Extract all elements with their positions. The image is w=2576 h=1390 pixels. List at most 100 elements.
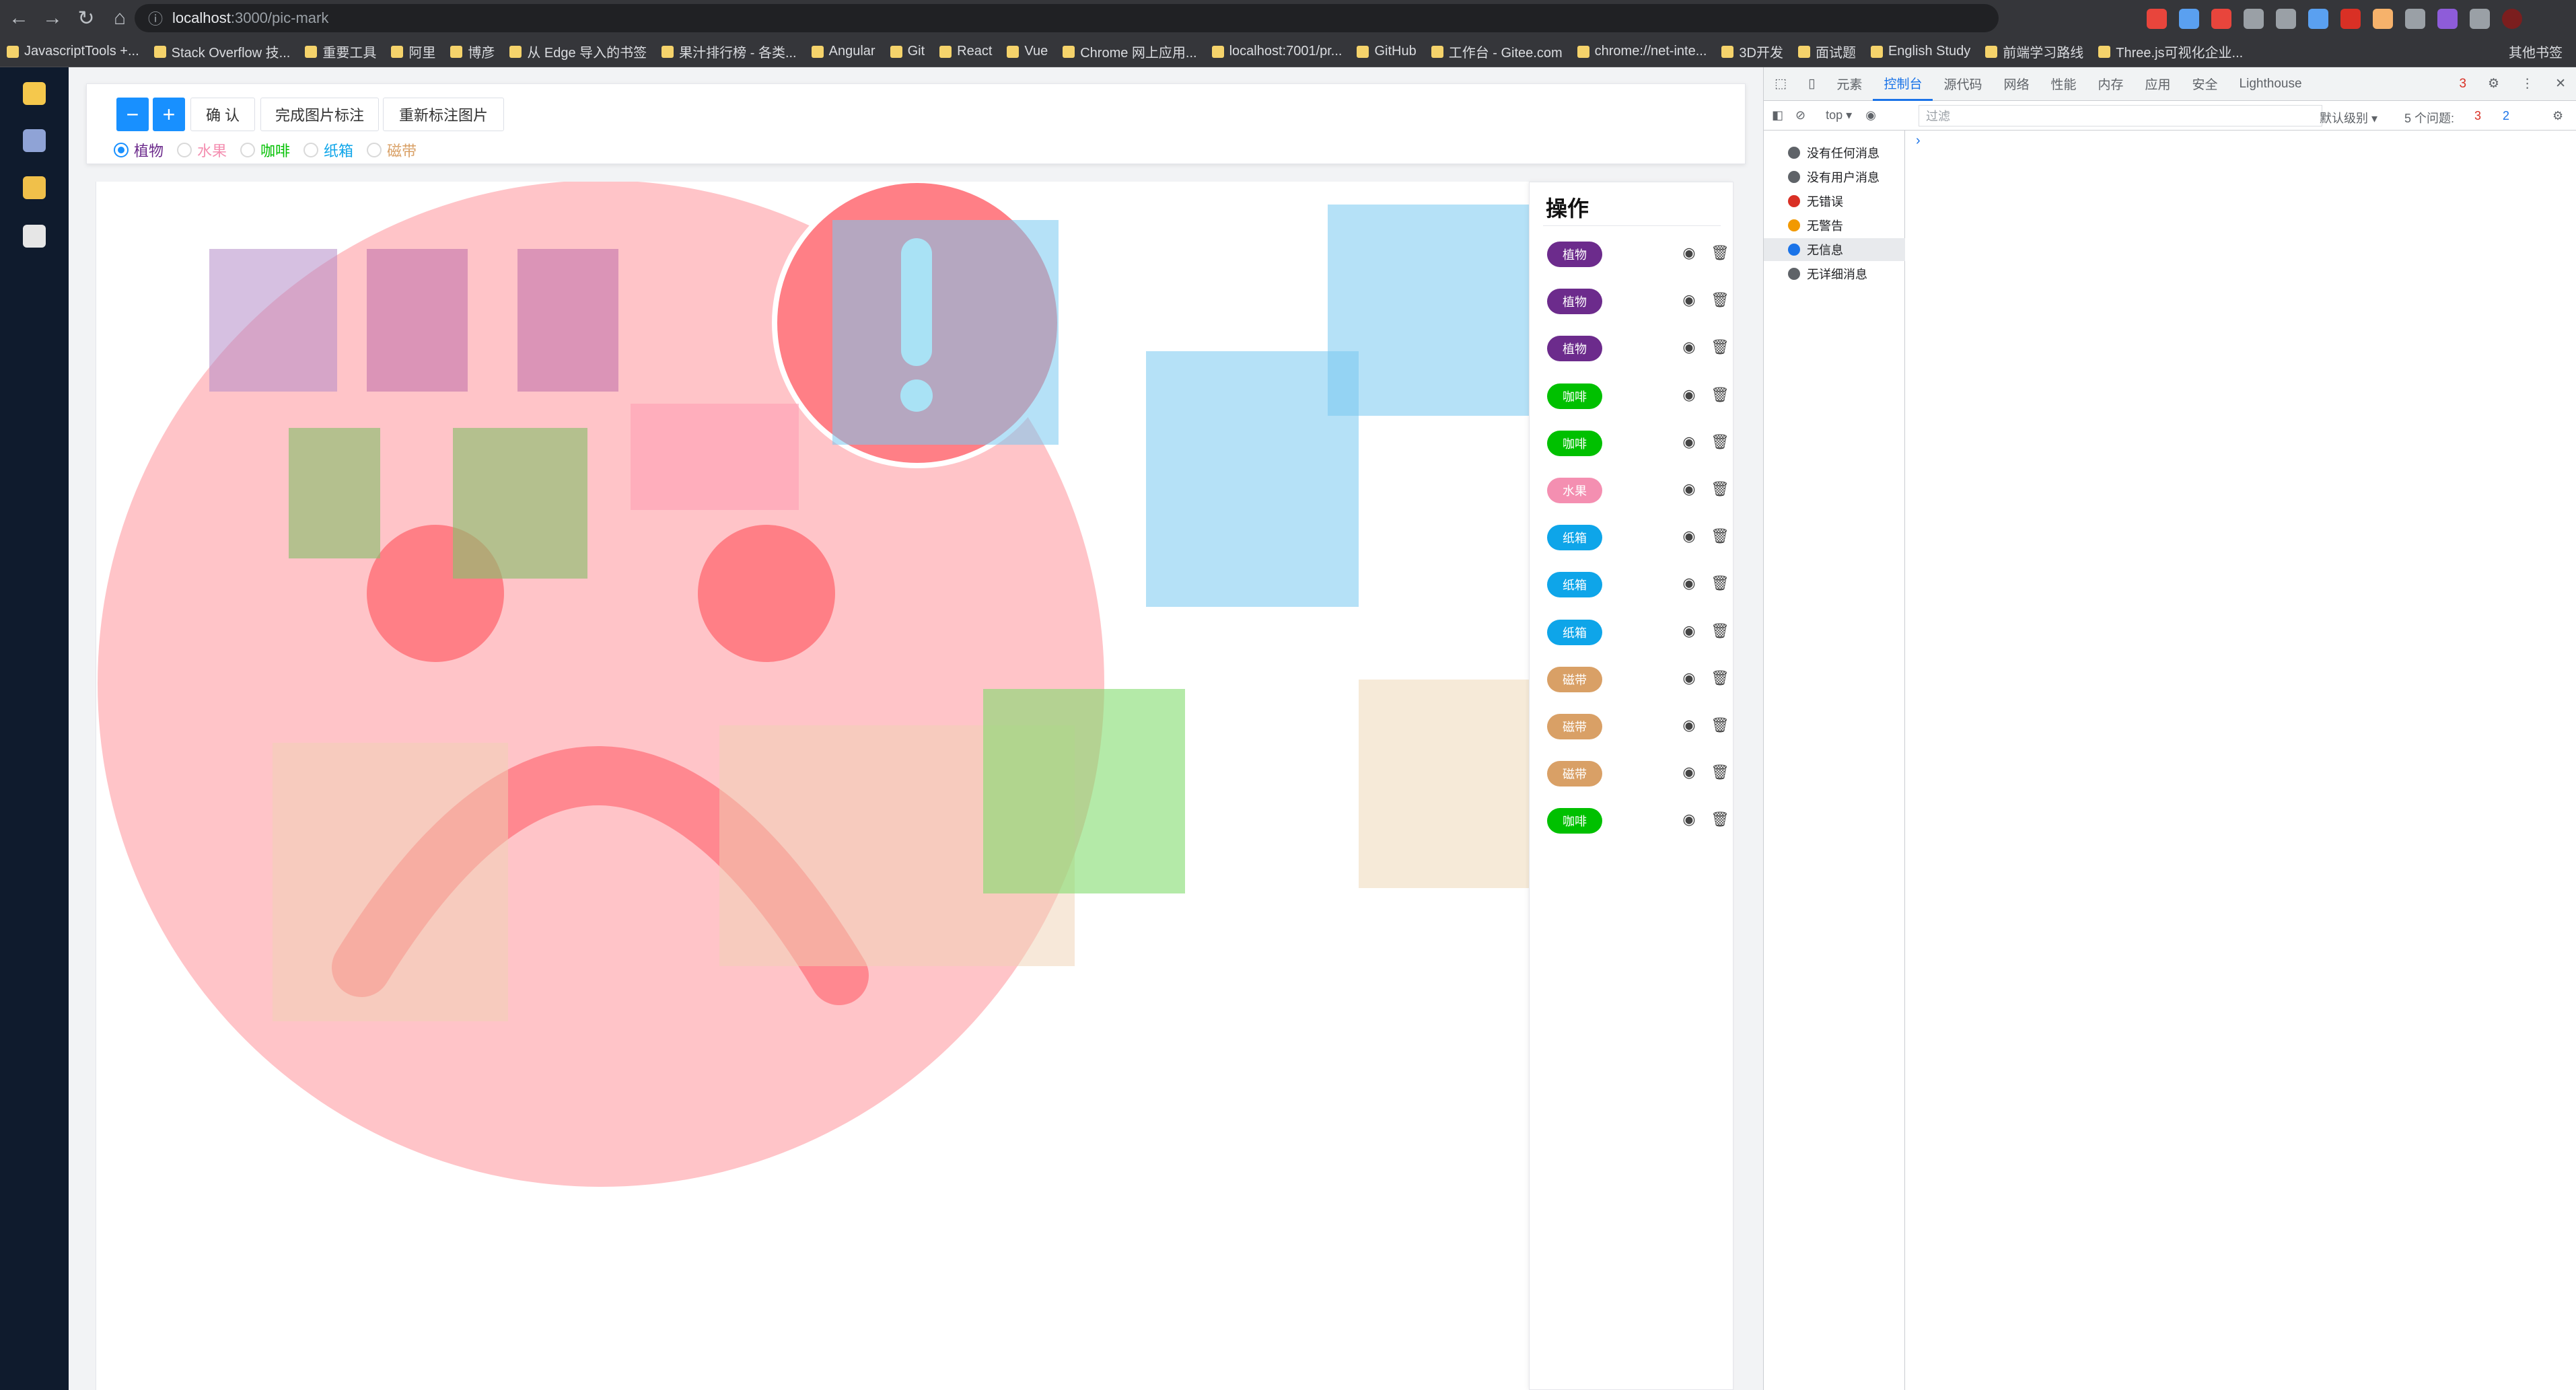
bookmark-item[interactable]: Chrome 网上应用...: [1063, 42, 1197, 61]
box-paper-3[interactable]: [1146, 351, 1359, 607]
eye-icon[interactable]: ◉: [1679, 715, 1699, 735]
bookmark-item[interactable]: 工作台 - Gitee.com: [1431, 42, 1563, 61]
bookmark-item[interactable]: 阿里: [391, 42, 435, 61]
trash-icon[interactable]: 🗑: [1710, 479, 1730, 499]
bookmark-item[interactable]: React: [939, 44, 992, 59]
eye-icon[interactable]: ◉: [1679, 668, 1699, 688]
extension-icon[interactable]: [2405, 9, 2425, 29]
box-tape-3[interactable]: [1359, 680, 1529, 888]
devtools-tab[interactable]: Lighthouse: [2229, 67, 2313, 101]
radio-dot[interactable]: [177, 143, 192, 157]
devtools-tab[interactable]: 网络: [1993, 67, 2040, 101]
bookmark-item[interactable]: JavascriptTools +...: [7, 44, 139, 59]
context-select[interactable]: top ▾: [1826, 108, 1852, 122]
other-bookmarks[interactable]: 其他书签: [2509, 42, 2563, 61]
inspect-icon[interactable]: ⬚: [1764, 67, 1797, 101]
zoom-out-button[interactable]: −: [116, 98, 149, 131]
clear-console-icon[interactable]: ⊘: [1795, 108, 1805, 122]
box-plant-2[interactable]: [367, 249, 468, 392]
home-icon[interactable]: ⌂: [105, 3, 135, 33]
close-icon[interactable]: ✕: [2544, 67, 2576, 101]
address-bar[interactable]: ⓘ localhost :3000/pic-mark: [135, 4, 1999, 32]
extension-icon[interactable]: [2340, 9, 2361, 29]
devtools-tab[interactable]: 控制台: [1873, 67, 1933, 101]
trash-icon[interactable]: 🗑: [1710, 668, 1730, 688]
bookmark-item[interactable]: Stack Overflow 技...: [153, 42, 290, 61]
devtools-tab[interactable]: 应用: [2135, 67, 2182, 101]
trash-icon[interactable]: 🗑: [1710, 715, 1730, 735]
puzzle-icon[interactable]: [2470, 9, 2490, 29]
bookmark-item[interactable]: localhost:7001/pr...: [1211, 44, 1342, 59]
console-filter-item[interactable]: 无信息: [1764, 238, 1905, 261]
category-tag[interactable]: 咖啡: [1547, 383, 1602, 409]
eye-icon[interactable]: ◉: [1679, 337, 1699, 357]
eye-icon[interactable]: ◉: [1679, 809, 1699, 830]
bookmark-item[interactable]: 从 Edge 导入的书签: [509, 42, 647, 61]
eye-icon[interactable]: ◉: [1679, 385, 1699, 405]
settings-icon[interactable]: ⚙: [2477, 67, 2510, 101]
bookmark-item[interactable]: Three.js可视化企业...: [2098, 42, 2243, 61]
bookmark-item[interactable]: 博彦: [450, 42, 495, 61]
eye-icon[interactable]: ◉: [1679, 432, 1699, 452]
console-filter-item[interactable]: 无错误: [1764, 190, 1905, 213]
radio-dot[interactable]: [303, 143, 319, 157]
trash-icon[interactable]: 🗑: [1710, 526, 1730, 546]
error-badge[interactable]: 3: [2448, 67, 2477, 101]
forward-icon[interactable]: →: [38, 3, 67, 33]
extension-icon[interactable]: [2244, 9, 2264, 29]
sidebar-toggle-icon[interactable]: ◧: [1772, 108, 1783, 122]
category-tag[interactable]: 磁带: [1547, 761, 1602, 787]
extension-icon[interactable]: [2437, 9, 2458, 29]
reset-annotation-button[interactable]: 重新标注图片: [383, 98, 504, 131]
eye-icon[interactable]: ◉: [1679, 526, 1699, 546]
box-icon[interactable]: [23, 176, 46, 199]
console-filter-item[interactable]: 无详细消息: [1764, 262, 1905, 285]
trash-icon[interactable]: 🗑: [1710, 573, 1730, 593]
box-tape-1[interactable]: [273, 743, 508, 1021]
category-tag[interactable]: 纸箱: [1547, 525, 1602, 551]
box-coffee-2[interactable]: [453, 428, 587, 579]
bookmark-item[interactable]: Vue: [1007, 44, 1048, 59]
annotation-canvas[interactable]: [96, 182, 1529, 1390]
devtools-tab[interactable]: 元素: [1826, 67, 1873, 101]
trash-icon[interactable]: 🗑: [1710, 621, 1730, 641]
category-tag[interactable]: 咖啡: [1547, 808, 1602, 834]
category-tag[interactable]: 纸箱: [1547, 619, 1602, 645]
bookmark-item[interactable]: 3D开发: [1721, 42, 1783, 61]
category-tag[interactable]: 植物: [1547, 289, 1602, 315]
device-icon[interactable]: ▯: [1797, 67, 1826, 101]
radio-dot[interactable]: [114, 143, 129, 157]
category-tag[interactable]: 水果: [1547, 478, 1602, 503]
box-plant-1[interactable]: [209, 249, 337, 392]
more-icon[interactable]: ⋮: [2510, 67, 2544, 101]
issues-info-count[interactable]: 2: [2503, 109, 2509, 123]
category-radio[interactable]: 纸箱: [303, 139, 353, 161]
devtools-tab[interactable]: 性能: [2040, 67, 2087, 101]
box-coffee-1[interactable]: [289, 428, 380, 558]
box-fruit-1[interactable]: [631, 404, 799, 510]
eye-icon[interactable]: ◉: [1679, 243, 1699, 263]
robot-icon[interactable]: [23, 129, 46, 152]
folder-icon[interactable]: [23, 82, 46, 105]
trash-icon[interactable]: 🗑: [1710, 337, 1730, 357]
issues-error-count[interactable]: 3: [2474, 109, 2481, 123]
bookmark-item[interactable]: 前端学习路线: [1985, 42, 2083, 61]
extension-icon[interactable]: [2308, 9, 2328, 29]
trash-icon[interactable]: 🗑: [1710, 243, 1730, 263]
console-filter-item[interactable]: 没有用户消息: [1764, 166, 1905, 188]
bookmark-item[interactable]: GitHub: [1357, 44, 1417, 59]
eye-icon[interactable]: ◉: [1679, 621, 1699, 641]
category-tag[interactable]: 磁带: [1547, 714, 1602, 739]
console-prompt-icon[interactable]: ›: [1916, 133, 1921, 149]
console-filter-item[interactable]: 没有任何消息: [1764, 141, 1905, 164]
box-paper-1[interactable]: [832, 220, 1059, 445]
bookmark-item[interactable]: 重要工具: [305, 42, 376, 61]
box-coffee-3[interactable]: [983, 689, 1185, 893]
trash-icon[interactable]: 🗑: [1710, 385, 1730, 405]
trash-icon[interactable]: 🗑: [1710, 762, 1730, 782]
info-icon[interactable]: ⓘ: [148, 7, 163, 29]
radio-dot[interactable]: [367, 143, 382, 157]
level-select[interactable]: 默认级别 ▾: [2320, 109, 2377, 126]
filter-input[interactable]: 过滤: [1919, 105, 2322, 126]
category-radio[interactable]: 植物: [114, 139, 164, 161]
